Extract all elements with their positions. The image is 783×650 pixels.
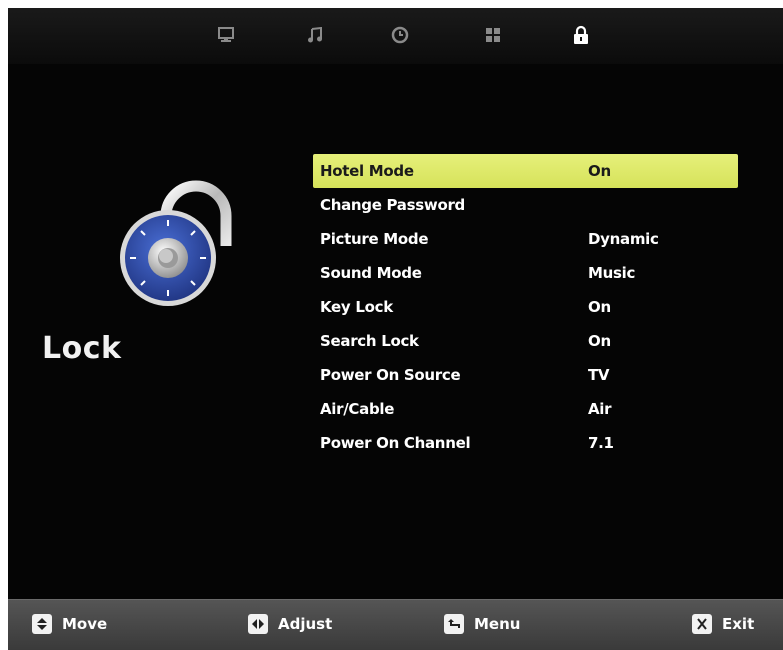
menu-item-value: Dynamic bbox=[588, 230, 659, 248]
music-note-icon bbox=[308, 27, 322, 43]
menu-item-value: On bbox=[588, 298, 611, 316]
hint-exit-label: Exit bbox=[722, 615, 755, 633]
page-title: Lock bbox=[42, 331, 122, 366]
menu-item-value: Air bbox=[588, 400, 612, 418]
lock-icon bbox=[574, 25, 588, 44]
tv-screen: Lock Hotel Mode On Change Password Picture … bbox=[8, 8, 783, 650]
menu-item[interactable]: Search Lock On bbox=[313, 324, 738, 358]
menu-item-value: On bbox=[588, 162, 611, 180]
menu-item-label: Sound Mode bbox=[320, 264, 422, 282]
hint-move: Move bbox=[32, 614, 107, 634]
grid-icon bbox=[486, 28, 500, 42]
menu-item[interactable]: Sound Mode Music bbox=[313, 256, 738, 290]
hint-menu-label: Menu bbox=[474, 615, 521, 633]
tab-time[interactable] bbox=[385, 22, 415, 48]
tab-setup[interactable] bbox=[478, 22, 508, 48]
padlock-illustration bbox=[108, 176, 258, 376]
up-down-arrows-icon bbox=[32, 614, 52, 634]
menu-item[interactable]: Key Lock On bbox=[313, 290, 738, 324]
menu-item[interactable]: Power On Source TV bbox=[313, 358, 738, 392]
hint-menu: Menu bbox=[444, 614, 520, 634]
menu-item-label: Power On Channel bbox=[320, 434, 471, 452]
tab-sound[interactable] bbox=[300, 22, 330, 48]
menu-item[interactable]: Air/Cable Air bbox=[313, 392, 738, 426]
menu-item[interactable]: Power On Channel 7.1 bbox=[313, 426, 738, 460]
menu-item-value: On bbox=[588, 332, 611, 350]
lock-menu: Hotel Mode On Change Password Picture Mode D… bbox=[313, 154, 738, 460]
menu-item[interactable]: Picture Mode Dynamic bbox=[313, 222, 738, 256]
hint-exit: Exit bbox=[692, 614, 754, 634]
return-arrow-icon bbox=[444, 614, 464, 634]
monitor-icon bbox=[218, 27, 234, 42]
hint-adjust-label: Adjust bbox=[278, 615, 333, 633]
category-tab-bar bbox=[8, 8, 783, 64]
menu-item-label: Power On Source bbox=[320, 366, 461, 384]
menu-item-label: Air/Cable bbox=[320, 400, 395, 418]
hint-adjust: Adjust bbox=[248, 614, 332, 634]
clock-icon bbox=[391, 26, 409, 44]
menu-item-value: 7.1 bbox=[588, 434, 614, 452]
menu-item-label: Key Lock bbox=[320, 298, 393, 316]
menu-item-value: Music bbox=[588, 264, 636, 282]
hint-bar: Move Adjust Menu Exit bbox=[8, 599, 783, 650]
hint-move-label: Move bbox=[62, 615, 108, 633]
menu-item-label: Search Lock bbox=[320, 332, 419, 350]
exit-x-icon bbox=[692, 614, 712, 634]
menu-item-label: Hotel Mode bbox=[320, 162, 414, 180]
tab-lock[interactable] bbox=[566, 22, 596, 48]
menu-item-label: Change Password bbox=[320, 196, 465, 214]
left-right-arrows-icon bbox=[248, 614, 268, 634]
menu-item[interactable]: Change Password bbox=[313, 188, 738, 222]
menu-item[interactable]: Hotel Mode On bbox=[313, 154, 738, 188]
padlock-icon bbox=[120, 180, 232, 306]
tab-picture[interactable] bbox=[211, 22, 241, 48]
menu-item-value: TV bbox=[588, 366, 610, 384]
menu-item-label: Picture Mode bbox=[320, 230, 429, 248]
